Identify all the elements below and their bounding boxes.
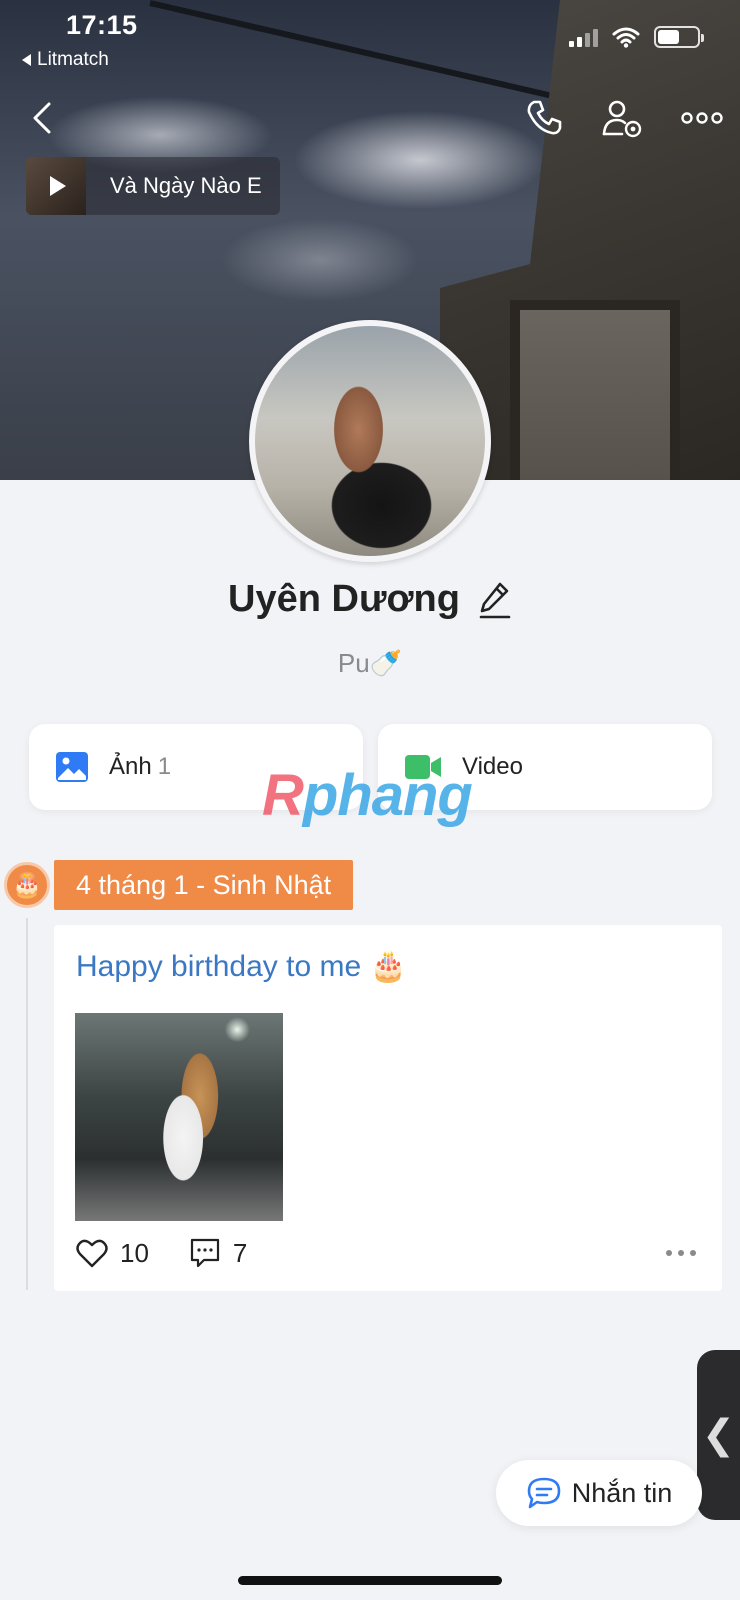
profile-name: Uyên Dương [228,578,460,620]
message-button[interactable]: Nhắn tin [496,1460,702,1526]
battery-icon [654,26,704,48]
cover-door [510,300,680,480]
birthday-cake-icon: 🎂 [4,862,50,908]
message-button-label: Nhắn tin [571,1477,673,1508]
like-button[interactable]: 10 [76,1238,149,1269]
back-button[interactable] [24,96,60,140]
chevron-left-icon [33,102,51,134]
comment-button[interactable]: 7 [189,1237,247,1269]
avatar[interactable] [249,320,491,562]
music-cover-thumbnail [26,157,86,215]
tab-photos-label: Ảnh 1 [109,753,172,780]
more-button[interactable] [680,100,724,136]
watermark-logo: Rphang [262,763,473,828]
chat-bubble-icon [527,1477,561,1509]
profile-bio: Pu🍼 [337,648,403,678]
timeline-line [26,918,28,1290]
side-drawer-handle[interactable]: ❮ [697,1350,740,1520]
tab-photos-count: 1 [157,753,172,780]
heart-icon [76,1239,108,1268]
profile-name-row: Uyên Dương [0,578,740,621]
post-text: Happy birthday to me 🎂 [76,950,407,983]
post-photo[interactable] [75,1013,283,1221]
wifi-icon [612,27,640,48]
post-actions: 10 7 [76,1237,287,1269]
status-icons [569,26,704,48]
back-triangle-icon [22,54,31,66]
profile-music-player[interactable]: Và Ngày Nào E [26,157,280,215]
status-time: 17:15 [66,10,138,40]
comment-icon [190,1238,220,1268]
comment-count: 7 [232,1237,248,1268]
back-to-app-link[interactable]: Litmatch [22,49,109,71]
timeline-date-tag: 4 tháng 1 - Sinh Nhật [54,860,354,910]
cellular-signal-icon [569,27,598,47]
like-count: 10 [120,1237,149,1268]
image-icon [56,752,88,782]
post-more-icon[interactable] [666,1250,696,1256]
pencil-icon[interactable] [478,581,512,619]
user-settings-button[interactable] [600,96,646,142]
more-horizontal-icon [681,112,723,124]
home-indicator[interactable] [238,1576,502,1585]
user-settings-icon [602,100,642,138]
music-title: Và Ngày Nào E [110,173,262,198]
moment-post[interactable]: Happy birthday to me 🎂 10 7 [54,925,722,1291]
back-app-label: Litmatch [37,49,109,70]
phone-icon [527,100,562,135]
play-icon [50,176,66,196]
call-button[interactable] [522,96,566,140]
